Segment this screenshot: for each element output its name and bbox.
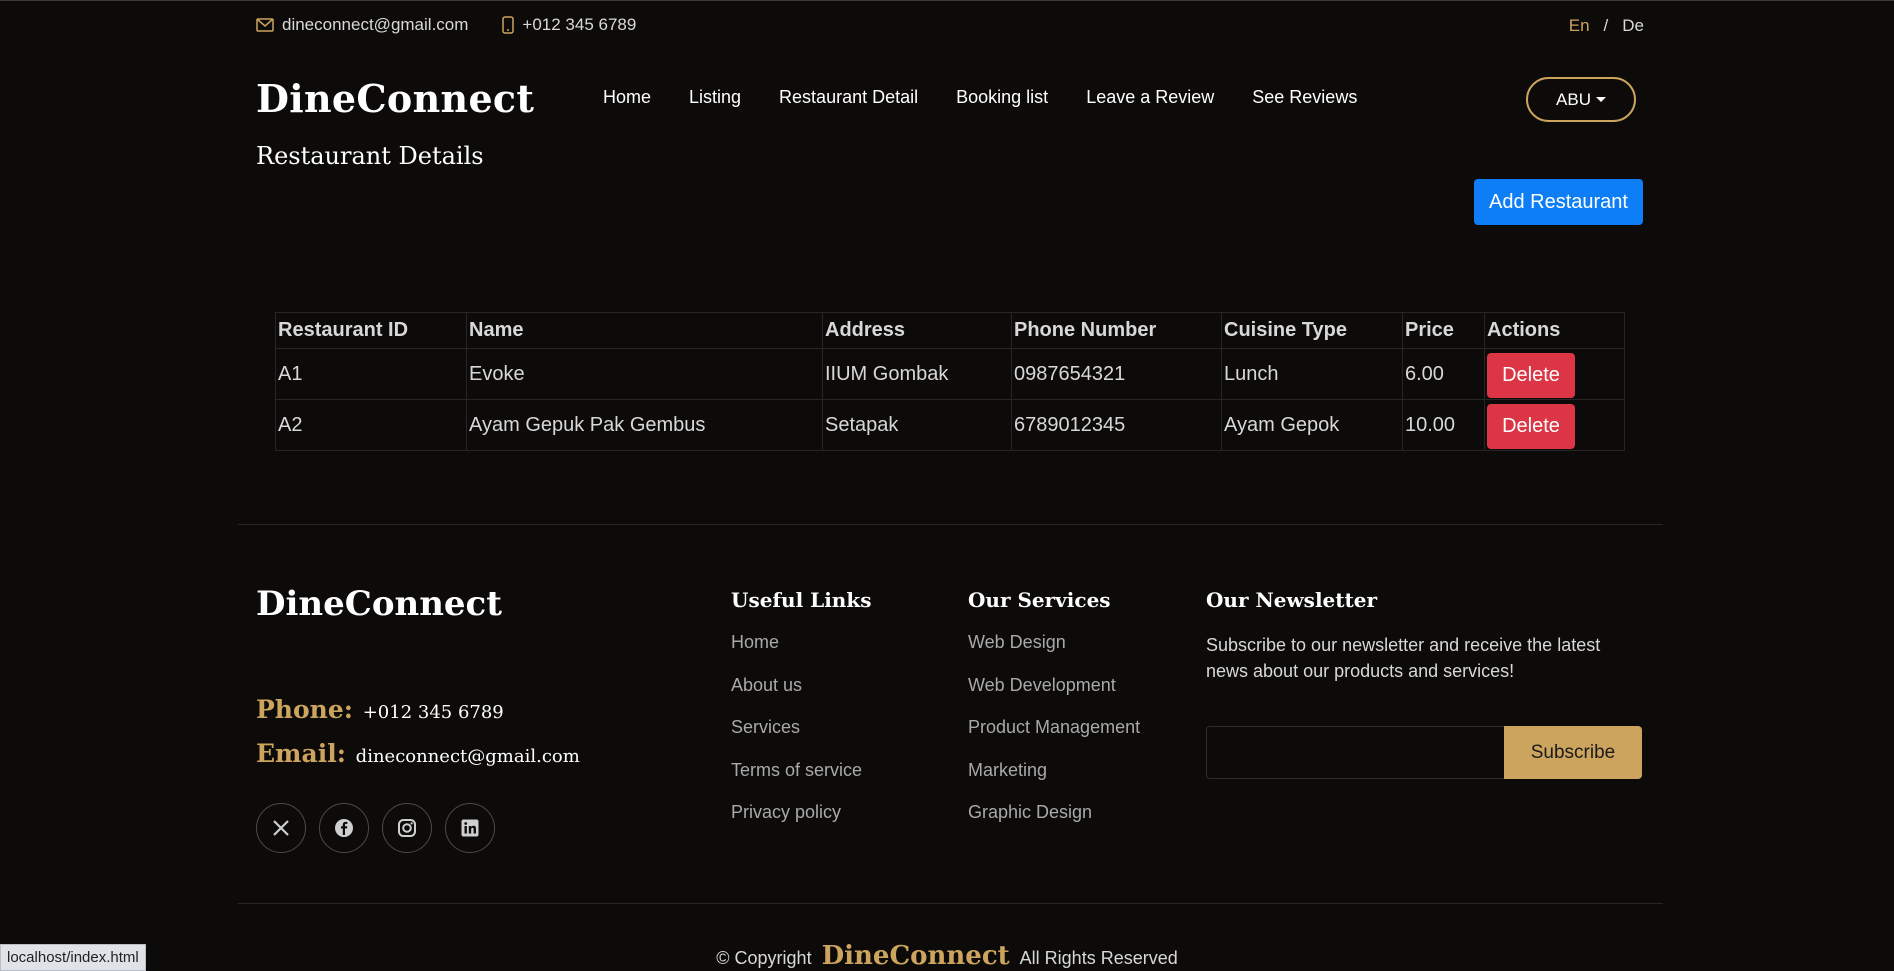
services-title: Our Services (968, 588, 1111, 612)
footer-email-value: dineconnect@gmail.com (355, 746, 580, 767)
site-logo[interactable]: DineConnect (256, 76, 534, 121)
copyright-brand: DineConnect (821, 941, 1010, 971)
footer-link-services[interactable]: Services (731, 717, 871, 760)
cell-name: Ayam Gepuk Pak Gembus (466, 399, 823, 451)
footer-link-about[interactable]: About us (731, 675, 871, 718)
lang-separator: / (1603, 16, 1609, 35)
cell-id: A2 (275, 399, 467, 451)
restaurant-table-container: Restaurant ID Name Address Phone Number … (275, 312, 1625, 451)
newsletter-title: Our Newsletter (1206, 588, 1378, 612)
footer-phone: Phone: +012 345 6789 (256, 695, 504, 724)
col-cuisine: Cuisine Type (1221, 312, 1403, 349)
delete-button[interactable]: Delete (1487, 352, 1575, 398)
footer-link-home[interactable]: Home (731, 632, 871, 675)
cell-id: A1 (275, 348, 467, 400)
footer-phone-label: Phone: (256, 695, 353, 724)
service-graphic-design[interactable]: Graphic Design (968, 802, 1140, 845)
service-web-development[interactable]: Web Development (968, 675, 1140, 718)
services-column: Our Services Web Design Web Development … (968, 588, 1140, 845)
top-phone[interactable]: +012 345 6789 (502, 15, 636, 35)
caret-down-icon (1595, 97, 1606, 102)
newsletter-text: Subscribe to our newsletter and receive … (1206, 635, 1601, 681)
envelope-icon (256, 18, 274, 32)
copyright: © Copyright DineConnect All Rights Reser… (0, 941, 1894, 971)
language-switcher: En / De (1569, 16, 1644, 36)
nav-listing[interactable]: Listing (689, 87, 741, 108)
copyright-suffix: All Rights Reserved (1019, 948, 1178, 968)
col-name: Name (466, 312, 823, 349)
copyright-prefix: © Copyright (716, 948, 812, 968)
facebook-icon[interactable] (319, 803, 369, 853)
cell-price: 10.00 (1402, 399, 1485, 451)
footer-link-terms[interactable]: Terms of service (731, 760, 871, 803)
top-contact: dineconnect@gmail.com +012 345 6789 (256, 15, 636, 35)
service-marketing[interactable]: Marketing (968, 760, 1140, 803)
col-price: Price (1402, 312, 1485, 349)
phone-icon (502, 16, 515, 34)
service-web-design[interactable]: Web Design (968, 632, 1140, 675)
top-email[interactable]: dineconnect@gmail.com (256, 15, 468, 35)
cell-phone: 0987654321 (1011, 348, 1222, 400)
newsletter-form: Subscribe (1206, 726, 1642, 779)
cell-phone: 6789012345 (1011, 399, 1222, 451)
footer-email-label: Email: (256, 739, 346, 768)
col-actions: Actions (1484, 312, 1625, 349)
useful-links-column: Useful Links Home About us Services Term… (731, 588, 871, 845)
page-title: Restaurant Details (256, 142, 484, 170)
nav-home[interactable]: Home (603, 87, 651, 108)
useful-links-title: Useful Links (731, 588, 872, 612)
col-phone: Phone Number (1011, 312, 1222, 349)
social-links (256, 803, 495, 853)
top-bar: dineconnect@gmail.com +012 345 6789 En /… (0, 0, 1894, 50)
cell-address: IIUM Gombak (822, 348, 1012, 400)
lang-de-link[interactable]: De (1622, 16, 1644, 36)
restaurant-table: Restaurant ID Name Address Phone Number … (275, 312, 1625, 451)
footer-phone-value: +012 345 6789 (362, 702, 504, 723)
cell-actions: Delete (1484, 399, 1625, 451)
linkedin-icon[interactable] (445, 803, 495, 853)
cell-price: 6.00 (1402, 348, 1485, 400)
footer-logo[interactable]: DineConnect (256, 584, 502, 624)
cell-cuisine: Lunch (1221, 348, 1403, 400)
footer-divider-top (238, 524, 1663, 525)
lang-en-link[interactable]: En (1569, 16, 1590, 36)
delete-button[interactable]: Delete (1487, 403, 1575, 449)
user-name: ABU (1556, 89, 1591, 109)
table-header-row: Restaurant ID Name Address Phone Number … (275, 312, 1625, 349)
nav-booking-list[interactable]: Booking list (956, 87, 1048, 108)
x-icon[interactable] (256, 803, 306, 853)
newsletter-column: Our Newsletter Subscribe to our newslett… (1206, 588, 1636, 684)
nav-leave-review[interactable]: Leave a Review (1086, 87, 1214, 108)
browser-status-url: localhost/index.html (0, 944, 146, 971)
cell-actions: Delete (1484, 348, 1625, 400)
col-address: Address (822, 312, 1012, 349)
service-product-management[interactable]: Product Management (968, 717, 1140, 760)
instagram-icon[interactable] (382, 803, 432, 853)
top-email-text: dineconnect@gmail.com (282, 15, 469, 34)
table-row: A2 Ayam Gepuk Pak Gembus Setapak 6789012… (275, 399, 1625, 451)
cell-cuisine: Ayam Gepok (1221, 399, 1403, 451)
user-menu-button[interactable]: ABU (1526, 77, 1636, 122)
top-phone-text: +012 345 6789 (522, 15, 637, 34)
footer-email: Email: dineconnect@gmail.com (256, 739, 580, 768)
main-nav: Home Listing Restaurant Detail Booking l… (603, 87, 1357, 108)
cell-address: Setapak (822, 399, 1012, 451)
nav-restaurant-detail[interactable]: Restaurant Detail (779, 87, 918, 108)
newsletter-email-input[interactable] (1206, 726, 1504, 779)
add-restaurant-button[interactable]: Add Restaurant (1474, 179, 1643, 225)
nav-see-reviews[interactable]: See Reviews (1252, 87, 1357, 108)
table-row: A1 Evoke IIUM Gombak 0987654321 Lunch 6.… (275, 348, 1625, 400)
footer-link-privacy[interactable]: Privacy policy (731, 802, 871, 845)
cell-name: Evoke (466, 348, 823, 400)
footer-divider-bottom (238, 903, 1663, 904)
col-restaurant-id: Restaurant ID (275, 312, 467, 349)
subscribe-button[interactable]: Subscribe (1504, 726, 1642, 779)
